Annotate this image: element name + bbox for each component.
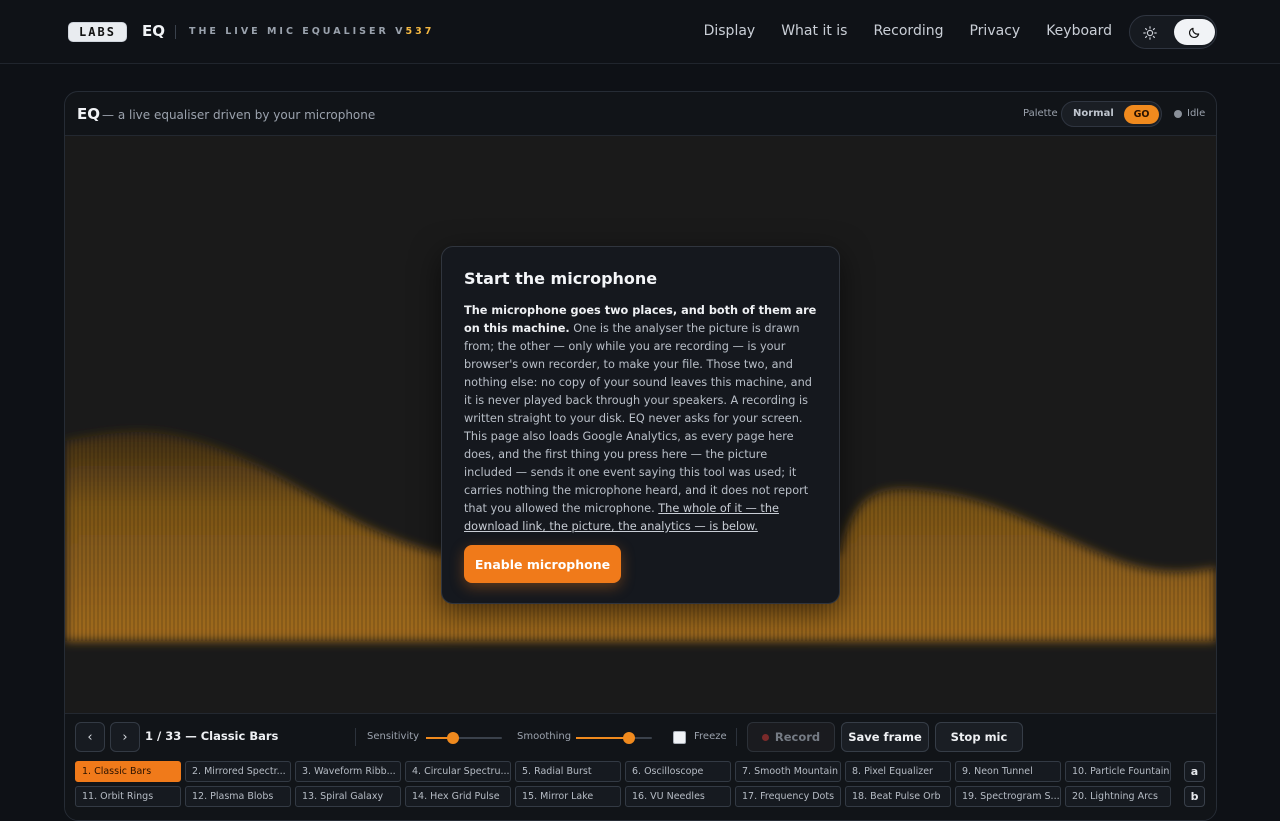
nav-keyboard[interactable]: Keyboard [1046, 23, 1112, 39]
palette-go[interactable]: GO [1124, 105, 1159, 124]
enable-microphone-button[interactable]: Enable microphone [464, 545, 621, 583]
dialog-body: The microphone goes two places, and both… [464, 304, 817, 533]
sun-icon[interactable] [1138, 21, 1162, 45]
nav-what-it-is[interactable]: What it is [781, 23, 847, 39]
labs-logo[interactable]: LABS [68, 22, 127, 42]
dialog-title: Start the microphone [464, 269, 658, 288]
freeze-checkbox[interactable] [673, 731, 686, 744]
visualizer-canvas[interactable]: Start the microphone The microphone goes… [65, 136, 1216, 713]
divider [736, 728, 737, 746]
nav-recording[interactable]: Recording [873, 23, 943, 39]
save-frame-button[interactable]: Save frame [841, 722, 929, 752]
key-hint-b: b [1184, 786, 1205, 807]
tagline: THE LIVE MIC EQUALISER V537 [189, 26, 435, 37]
visualizer-chip[interactable]: 13. Spiral Galaxy [295, 786, 401, 807]
nav-display[interactable]: Display [704, 23, 756, 39]
palette-label: Palette [1023, 108, 1058, 119]
theme-toggle [1129, 15, 1217, 49]
record-dot-icon [761, 733, 769, 741]
visualizer-chip[interactable]: 5. Radial Burst [515, 761, 621, 782]
panel-title: EQ [77, 105, 100, 123]
visualizer-chip[interactable]: 16. VU Needles [625, 786, 731, 807]
brand-divider [175, 25, 176, 39]
status-text: Idle [1187, 108, 1206, 119]
panel-subtitle: — a live equaliser driven by your microp… [102, 108, 376, 122]
visualizer-chip[interactable]: 12. Plasma Blobs [185, 786, 291, 807]
visualizer-chip[interactable]: 9. Neon Tunnel [955, 761, 1061, 782]
visualizer-chip[interactable]: 8. Pixel Equalizer [845, 761, 951, 782]
version-number: 537 [405, 26, 435, 37]
palette-normal[interactable]: Normal [1073, 108, 1114, 119]
status-dot [1174, 110, 1182, 118]
visualizer-chip[interactable]: 18. Beat Pulse Orb [845, 786, 951, 807]
main-nav: Display What it is Recording Privacy Key… [704, 23, 1112, 39]
visualizer-chip[interactable]: 15. Mirror Lake [515, 786, 621, 807]
visualizer-counter: 1 / 33 — Classic Bars [145, 729, 279, 743]
moon-icon[interactable] [1174, 19, 1215, 45]
visualizer-chip[interactable]: 6. Oscilloscope [625, 761, 731, 782]
divider [355, 728, 356, 746]
visualizer-chip[interactable]: 1. Classic Bars [75, 761, 181, 782]
record-button[interactable]: Record [747, 722, 835, 752]
brand-name[interactable]: EQ [142, 22, 165, 40]
smoothing-knob[interactable] [623, 732, 636, 744]
mic-permission-dialog: Start the microphone The microphone goes… [441, 246, 840, 604]
sensitivity-label: Sensitivity [367, 731, 420, 742]
sensitivity-slider[interactable] [426, 732, 502, 744]
palette-toggle: Normal GO [1061, 101, 1162, 127]
visualizer-chip[interactable]: 3. Waveform Ribb... [295, 761, 401, 782]
nav-privacy[interactable]: Privacy [969, 23, 1020, 39]
prev-visualizer-button[interactable]: ‹ [75, 722, 105, 752]
smoothing-slider[interactable] [576, 732, 652, 744]
visualizer-chip[interactable]: 7. Smooth Mountain [735, 761, 841, 782]
next-visualizer-button[interactable]: › [110, 722, 140, 752]
visualizer-chip[interactable]: 14. Hex Grid Pulse [405, 786, 511, 807]
visualizer-chip[interactable]: 20. Lightning Arcs [1065, 786, 1171, 807]
visualizer-chip[interactable]: 10. Particle Fountain [1065, 761, 1171, 782]
visualizer-chip[interactable]: 2. Mirrored Spectr... [185, 761, 291, 782]
controls-bar: ‹ › 1 / 33 — Classic Bars Sensitivity Sm… [65, 713, 1216, 820]
key-hint-a: a [1184, 761, 1205, 782]
stop-mic-button[interactable]: Stop mic [935, 722, 1023, 752]
smoothing-label: Smoothing [517, 731, 572, 742]
panel-header: EQ — a live equaliser driven by your mic… [65, 92, 1216, 136]
visualizer-chip[interactable]: 17. Frequency Dots [735, 786, 841, 807]
visualizer-chip[interactable]: 19. Spectrogram S... [955, 786, 1061, 807]
eq-panel: EQ — a live equaliser driven by your mic… [64, 91, 1217, 821]
visualizer-chip[interactable]: 4. Circular Spectru... [405, 761, 511, 782]
top-bar: LABS EQ THE LIVE MIC EQUALISER V537 Disp… [0, 0, 1280, 64]
sensitivity-knob[interactable] [446, 732, 459, 744]
visualizer-chip[interactable]: 11. Orbit Rings [75, 786, 181, 807]
freeze-label: Freeze [694, 731, 727, 742]
